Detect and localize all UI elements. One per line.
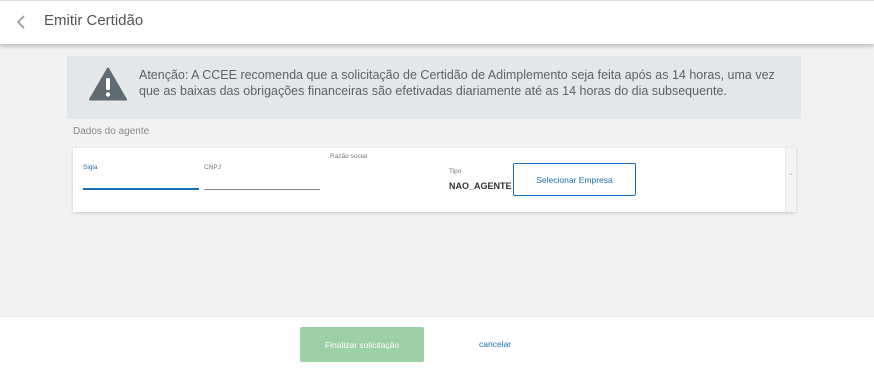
back-button[interactable] xyxy=(14,13,30,31)
scroll-down-icon[interactable]: ⌄ xyxy=(788,170,794,178)
select-company-button[interactable]: Selecionar Empresa xyxy=(513,163,636,196)
chevron-left-icon xyxy=(16,15,25,29)
sigla-input[interactable] xyxy=(83,174,199,188)
card-scrollbar[interactable]: ⌄ xyxy=(785,148,796,212)
cnpj-input[interactable] xyxy=(204,174,320,188)
sigla-label: Sigla xyxy=(83,164,98,171)
cnpj-label: CNPJ xyxy=(204,164,221,171)
razao-social-label: Razão social xyxy=(330,153,368,160)
section-label-agent-data: Dados do agente xyxy=(73,126,150,137)
tipo-label: Tipo xyxy=(449,168,462,175)
attention-alert: Atenção: A CCEE recomenda que a solicita… xyxy=(67,56,801,119)
footer-actions: Finalizar solicitação cancelar xyxy=(0,316,874,378)
sigla-input-underline xyxy=(83,188,199,190)
page-title: Emitir Certidão xyxy=(44,12,144,29)
app-header: Emitir Certidão xyxy=(0,0,874,44)
agent-data-card: Sigla CNPJ Razão social Tipo NAO_AGENTE … xyxy=(73,148,796,212)
alert-message: Atenção: A CCEE recomenda que a solicita… xyxy=(139,68,775,98)
tipo-value: NAO_AGENTE xyxy=(449,181,512,191)
cnpj-input-underline xyxy=(204,189,320,190)
warning-icon xyxy=(89,67,127,101)
cancel-link[interactable]: cancelar xyxy=(479,339,511,349)
finalize-request-button[interactable]: Finalizar solicitação xyxy=(300,327,424,362)
